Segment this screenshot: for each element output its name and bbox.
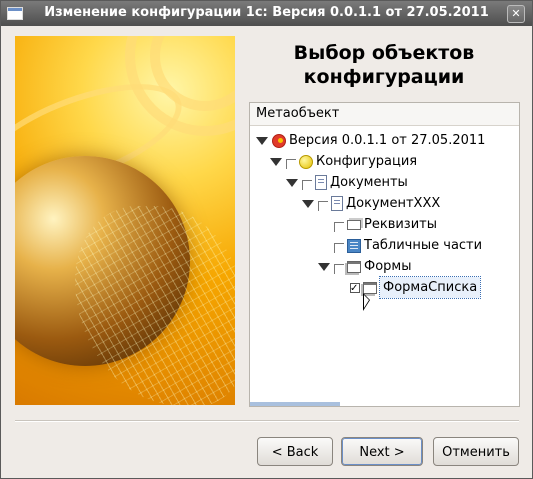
checkbox-checked[interactable] <box>350 278 360 299</box>
document-icon <box>331 196 343 211</box>
page-title-line2: конфигурации <box>303 66 465 88</box>
tree-item-label: ДокументXXX <box>346 196 441 211</box>
expander-icon[interactable] <box>286 178 298 187</box>
tabular-parts-icon <box>347 238 361 253</box>
tree-item-label: Документы <box>330 175 408 190</box>
checkbox[interactable] <box>318 200 328 211</box>
column-header-metaobject[interactable]: Метаобъект <box>250 103 519 126</box>
checkbox[interactable] <box>334 221 344 232</box>
back-button[interactable]: < Back <box>257 437 333 466</box>
checkbox[interactable] <box>302 179 312 190</box>
tree-item-label: Формы <box>364 259 412 274</box>
tree-item-label: Версия 0.0.1.1 от 27.05.2011 <box>289 133 486 148</box>
close-icon[interactable]: ✕ <box>507 5 525 23</box>
window-icon <box>7 7 23 20</box>
title-bar[interactable]: Изменение конфигурации 1с: Версия 0.0.1.… <box>1 1 532 26</box>
tree-item-attributes[interactable]: Реквизиты <box>334 214 437 235</box>
expander-icon[interactable] <box>318 262 330 271</box>
next-button[interactable]: Next > <box>341 437 423 466</box>
tree-item-documents[interactable]: Документы <box>286 172 408 193</box>
tree-item-label: Табличные части <box>364 238 483 253</box>
tree-item-configuration[interactable]: Конфигурация <box>270 151 417 172</box>
tree-item-version[interactable]: Версия 0.0.1.1 от 27.05.2011 <box>256 130 485 151</box>
forms-icon <box>347 260 361 273</box>
mouse-pointer-icon <box>363 293 370 311</box>
tree-item-tabular-parts[interactable]: Табличные части <box>334 235 482 256</box>
separator <box>15 420 519 422</box>
tree-item-label: Конфигурация <box>316 154 418 169</box>
checkbox[interactable] <box>334 242 344 253</box>
checkbox[interactable] <box>334 263 344 274</box>
documents-icon <box>315 175 327 190</box>
tree-item-documentxxx[interactable]: ДокументXXX <box>302 193 440 214</box>
configuration-icon <box>299 154 313 169</box>
window-title: Изменение конфигурации 1с: Версия 0.0.1.… <box>44 5 489 20</box>
expander-icon[interactable] <box>270 157 282 166</box>
tree-item-label: Реквизиты <box>364 217 437 232</box>
form-icon <box>363 281 377 294</box>
attributes-icon <box>347 219 361 230</box>
expander-icon[interactable] <box>302 199 314 208</box>
wizard-window: Изменение конфигурации 1с: Версия 0.0.1.… <box>0 0 533 479</box>
checkbox[interactable] <box>286 158 296 169</box>
page-title: Выбор объектов конфигурации <box>249 41 519 89</box>
wizard-side-image <box>15 36 235 405</box>
horizontal-scrollbar[interactable] <box>250 402 340 406</box>
tree-item-label: ФормаСписка <box>378 276 482 299</box>
cancel-button[interactable]: Отменить <box>433 437 519 466</box>
version-1c-icon <box>272 133 286 148</box>
tree-item-forms[interactable]: Формы <box>318 256 411 277</box>
expander-icon[interactable] <box>256 136 268 145</box>
page-title-line1: Выбор объектов <box>293 42 475 64</box>
metaobject-tree[interactable]: Метаобъект Версия 0.0.1.1 от 27.05.2011 … <box>249 102 520 407</box>
